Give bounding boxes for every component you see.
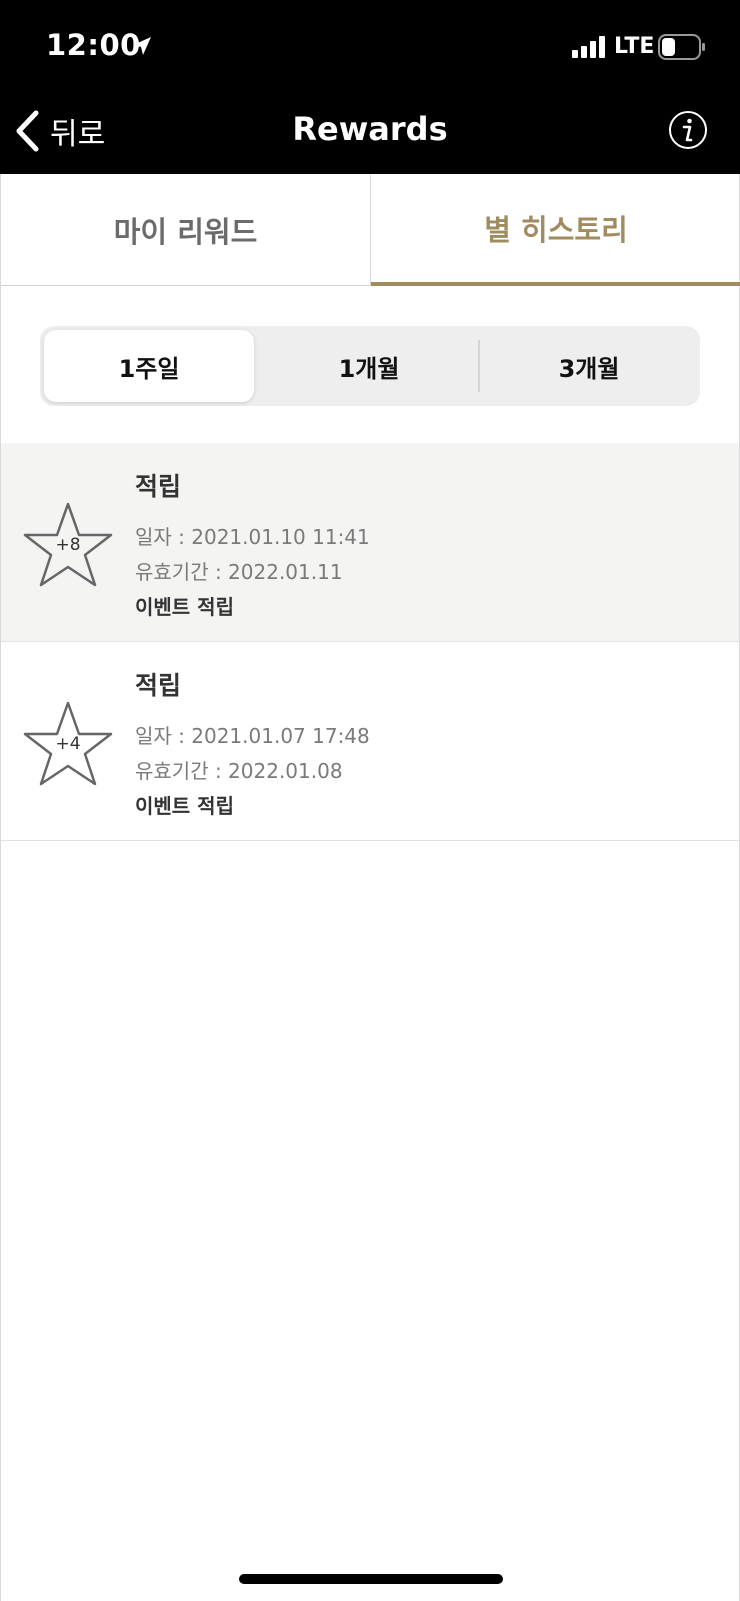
history-title: 적립 bbox=[135, 671, 182, 700]
tab-my-rewards[interactable]: 마이 리워드 bbox=[1, 174, 371, 286]
segment-1-week[interactable]: 1주일 bbox=[44, 330, 254, 402]
home-indicator bbox=[239, 1574, 503, 1584]
star-points: +8 bbox=[55, 535, 81, 555]
star-badge: +8 bbox=[23, 501, 113, 587]
history-list: +8 적립 일자 : 2021.01.10 11:41 유효기간 : 2022.… bbox=[0, 443, 740, 841]
signal-icon bbox=[572, 36, 605, 58]
history-title: 적립 bbox=[135, 472, 182, 501]
history-expiry: 유효기간 : 2022.01.08 bbox=[135, 759, 343, 783]
history-item[interactable]: +8 적립 일자 : 2021.01.10 11:41 유효기간 : 2022.… bbox=[1, 443, 739, 642]
segment-1-month[interactable]: 1개월 bbox=[260, 326, 478, 406]
tab-star-history[interactable]: 별 히스토리 bbox=[371, 174, 740, 286]
history-date: 일자 : 2021.01.07 17:48 bbox=[135, 724, 370, 748]
page-title: Rewards bbox=[292, 110, 448, 148]
status-bar: 12:00 LTE bbox=[0, 0, 740, 88]
history-item[interactable]: +4 적립 일자 : 2021.01.07 17:48 유효기간 : 2022.… bbox=[1, 642, 739, 841]
network-label: LTE bbox=[614, 34, 655, 59]
segment-3-months[interactable]: 3개월 bbox=[480, 326, 698, 406]
history-description: 이벤트 적립 bbox=[135, 595, 234, 619]
info-icon[interactable] bbox=[668, 110, 708, 150]
history-expiry: 유효기간 : 2022.01.11 bbox=[135, 560, 343, 584]
star-badge: +4 bbox=[23, 700, 113, 786]
reward-tabs: 마이 리워드 별 히스토리 bbox=[0, 174, 740, 286]
nav-bar: 뒤로 Rewards bbox=[0, 88, 740, 174]
period-filter: 1주일 1개월 3개월 bbox=[40, 326, 700, 406]
location-arrow-icon bbox=[133, 37, 151, 55]
history-description: 이벤트 적립 bbox=[135, 794, 234, 818]
star-points: +4 bbox=[55, 734, 81, 754]
status-time: 12:00 bbox=[46, 28, 141, 62]
battery-icon bbox=[658, 34, 705, 60]
history-date: 일자 : 2021.01.10 11:41 bbox=[135, 525, 370, 549]
